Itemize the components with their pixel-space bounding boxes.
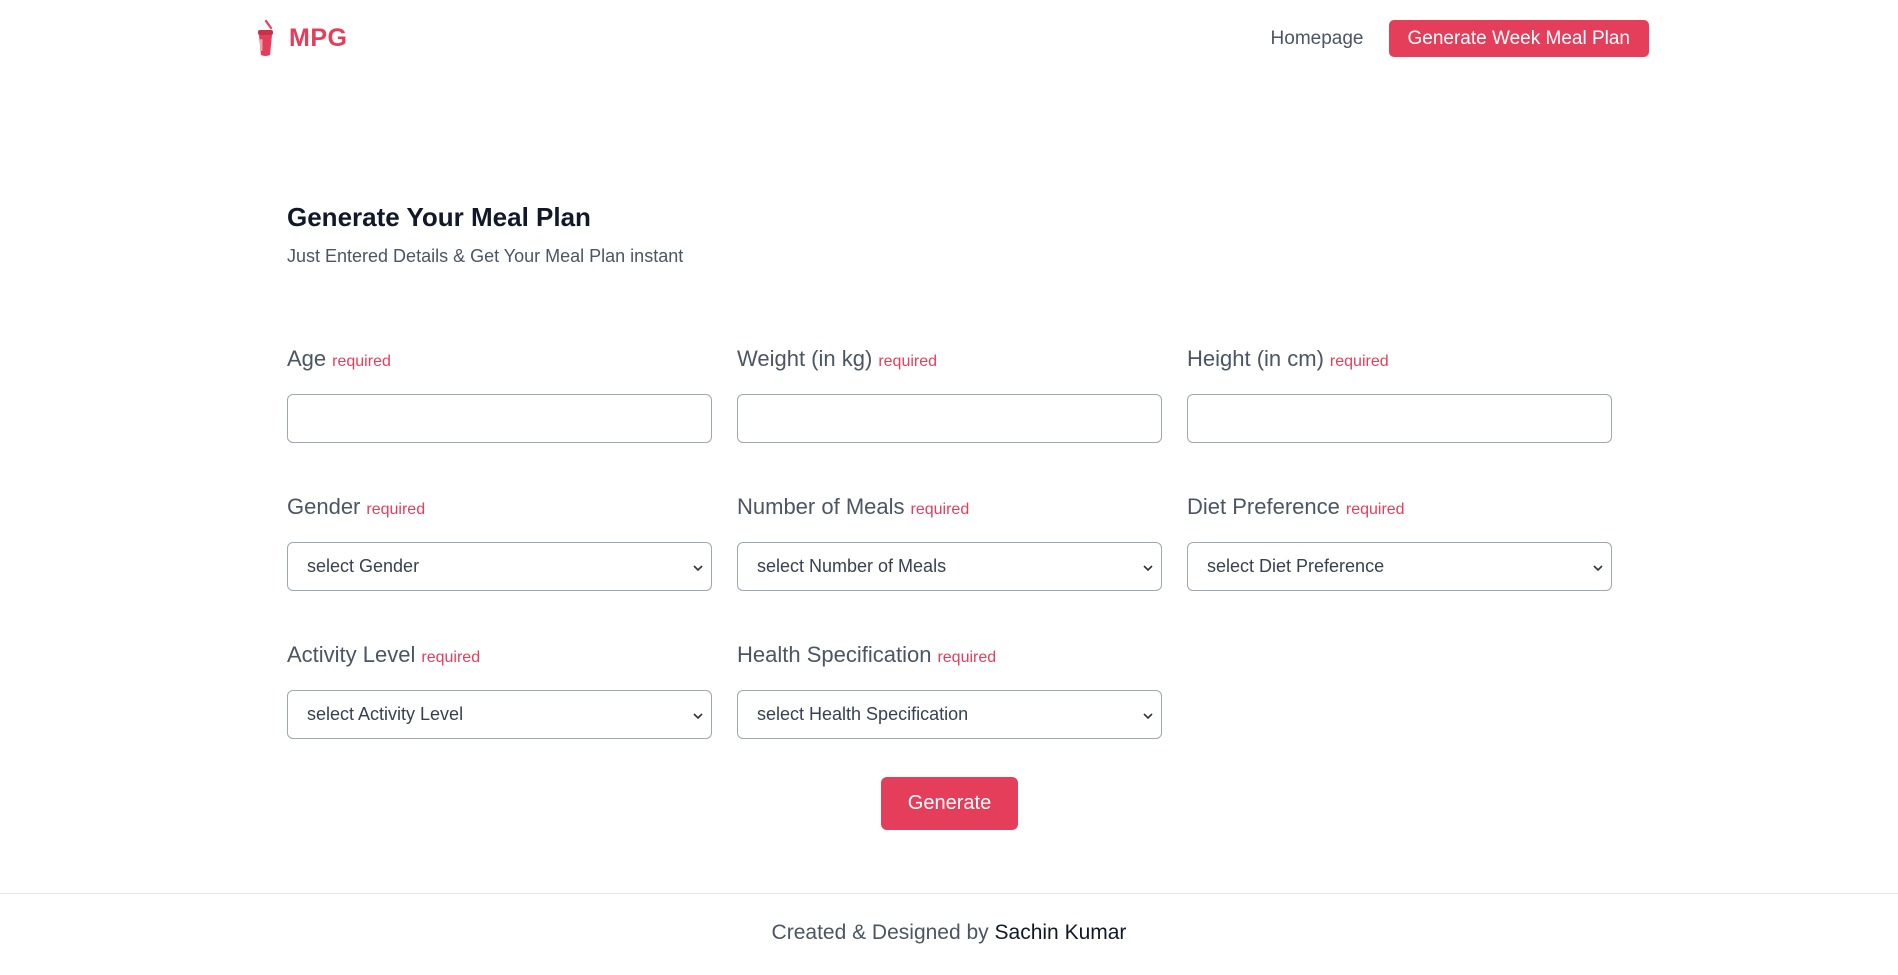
footer-credit-prefix: Created & Designed by <box>771 921 989 944</box>
gender-label: Gender <box>287 494 361 519</box>
activity-label: Activity Level <box>287 642 416 667</box>
diet-label: Diet Preference <box>1187 494 1340 519</box>
page-title: Generate Your Meal Plan <box>287 202 591 232</box>
top-nav: Homepage Generate Week Meal Plan <box>1271 20 1649 57</box>
chevron-down-icon <box>1593 565 1603 572</box>
health-selected-value: select Health Specification <box>757 704 969 724</box>
footer-credit: Created & Designed by Sachin Kumar <box>0 921 1898 945</box>
page-subtitle: Just Entered Details & Get Your Meal Pla… <box>287 246 684 266</box>
activity-field: Activity Level required select Activity … <box>287 642 712 739</box>
weight-label: Weight (in kg) <box>737 346 873 371</box>
gender-field: Gender required select Gender <box>287 494 712 591</box>
weight-field: Weight (in kg) required <box>737 346 1162 443</box>
gender-selected-value: select Gender <box>307 556 420 576</box>
activity-selected-value: select Activity Level <box>307 704 464 724</box>
required-badge: required <box>937 649 997 666</box>
age-field: Age required <box>287 346 712 443</box>
health-label: Health Specification <box>737 642 932 667</box>
meals-select[interactable]: select Number of Meals <box>737 542 1162 591</box>
diet-select[interactable]: select Diet Preference <box>1187 542 1612 591</box>
footer-author-name: Sachin Kumar <box>994 921 1127 944</box>
required-badge: required <box>332 353 391 370</box>
site-header: MPG Homepage Generate Week Meal Plan <box>0 0 1898 78</box>
health-select[interactable]: select Health Specification <box>737 690 1162 739</box>
meals-field: Number of Meals required select Number o… <box>737 494 1162 591</box>
health-field: Health Specification required select Hea… <box>737 642 1162 739</box>
meals-selected-value: select Number of Meals <box>757 556 947 576</box>
generate-week-meal-plan-button[interactable]: Generate Week Meal Plan <box>1388 20 1649 57</box>
drink-cup-icon <box>258 19 273 56</box>
meals-label: Number of Meals <box>737 494 905 519</box>
required-badge: required <box>421 649 481 666</box>
generate-button[interactable]: Generate <box>881 777 1018 830</box>
required-badge: required <box>878 353 938 370</box>
height-input[interactable] <box>1187 394 1612 443</box>
brand-link[interactable]: MPG <box>253 18 347 58</box>
weight-input[interactable] <box>737 394 1162 443</box>
required-badge: required <box>1345 501 1405 518</box>
brand-name: MPG <box>289 23 348 52</box>
age-label: Age <box>287 346 327 371</box>
chevron-down-icon <box>1143 565 1153 572</box>
diet-field: Diet Preference required select Diet Pre… <box>1187 494 1612 591</box>
height-label: Height (in cm) <box>1187 346 1324 371</box>
gender-select[interactable]: select Gender <box>287 542 712 591</box>
activity-select[interactable]: select Activity Level <box>287 690 712 739</box>
age-input[interactable] <box>287 394 712 443</box>
nav-homepage-link[interactable]: Homepage <box>1271 28 1364 50</box>
chevron-down-icon <box>693 565 703 572</box>
required-badge: required <box>910 501 970 518</box>
site-footer: Created & Designed by Sachin Kumar <box>0 893 1898 975</box>
required-badge: required <box>1329 353 1389 370</box>
required-badge: required <box>366 501 426 518</box>
chevron-down-icon <box>1143 713 1153 720</box>
diet-selected-value: select Diet Preference <box>1207 556 1385 576</box>
height-field: Height (in cm) required <box>1187 346 1612 443</box>
chevron-down-icon <box>693 713 703 720</box>
